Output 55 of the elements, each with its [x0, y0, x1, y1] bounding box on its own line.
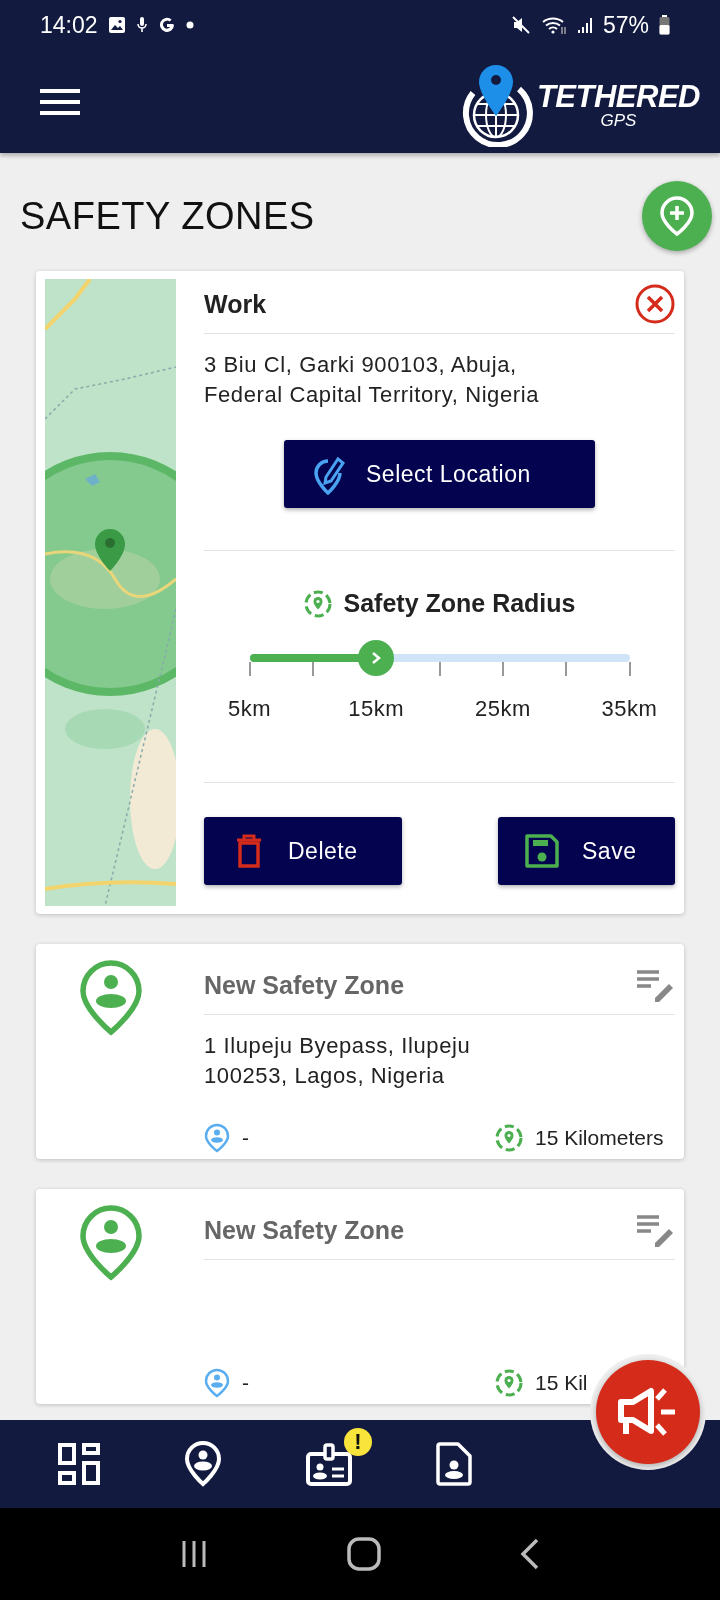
save-icon: [524, 833, 560, 869]
person-pin-icon: [79, 960, 142, 1036]
zone-name: New Safety Zone: [204, 1215, 405, 1245]
radius-icon: [303, 589, 332, 618]
id-card-icon[interactable]: [306, 1442, 352, 1486]
menu-icon[interactable]: [40, 88, 80, 115]
save-button[interactable]: Save: [498, 817, 675, 885]
signal-icon: [576, 16, 593, 34]
wifi-icon: [540, 15, 567, 35]
status-time: 14:02: [40, 11, 98, 39]
zone-card[interactable]: New Safety Zone - 15 Kil: [36, 1189, 684, 1404]
image-icon: [107, 16, 126, 34]
slider-thumb[interactable]: [358, 640, 395, 676]
person-document-icon[interactable]: [436, 1442, 472, 1486]
battery-icon: [659, 15, 670, 35]
radius-value: 15 Kilometers: [535, 1126, 664, 1150]
battery-percent: 57%: [602, 11, 649, 39]
tick-label: 15km: [348, 696, 405, 722]
radius-icon: [495, 1124, 523, 1152]
tick-label: 5km: [227, 696, 272, 722]
zone-address: 1 Ilupeju Byepass, Ilupeju 100253, Lagos, Nigeria: [204, 1032, 472, 1090]
person-pin-icon: [79, 1205, 142, 1281]
page-title: SAFETY ZONES: [20, 194, 315, 238]
edit-list-icon[interactable]: [635, 1213, 675, 1247]
zone-name: New Safety Zone: [204, 970, 405, 1000]
microphone-icon: [135, 16, 148, 34]
add-location-icon: [659, 196, 695, 236]
delete-button[interactable]: Delete: [204, 817, 402, 885]
mute-icon: [510, 15, 531, 35]
back-icon[interactable]: [519, 1538, 541, 1570]
person-pin-icon: [204, 1368, 230, 1398]
radius-icon: [495, 1369, 523, 1397]
dot-icon: [185, 21, 194, 29]
close-icon[interactable]: [635, 284, 675, 324]
tick-label: 35km: [601, 696, 658, 722]
radius-heading: Safety Zone Radius: [343, 589, 576, 618]
add-zone-button[interactable]: [642, 181, 712, 251]
zone-name: Work: [204, 289, 267, 319]
alert-badge: !: [344, 1428, 372, 1456]
person-value: -: [242, 1371, 250, 1395]
home-icon[interactable]: [347, 1537, 381, 1571]
person-pin-icon: [204, 1123, 230, 1153]
trash-icon: [236, 834, 262, 868]
edit-list-icon[interactable]: [635, 968, 675, 1002]
logo-title: TETHERED: [536, 80, 700, 112]
tick-label: 25km: [474, 696, 531, 722]
person-value: -: [242, 1126, 250, 1150]
google-icon: [157, 16, 176, 34]
select-location-button[interactable]: Select Location: [284, 440, 595, 508]
radius-value: 15 Kil: [535, 1371, 588, 1395]
person-pin-icon[interactable]: [184, 1441, 222, 1487]
logo-subtitle: GPS: [600, 111, 637, 129]
zone-address: 3 Biu Cl, Garki 900103, Abuja, Federal Capital Territory, Nigeria: [204, 351, 541, 409]
zone-card[interactable]: New Safety Zone 1 Ilupeju Byepass, Ilupeju 100253, Lagos, Nigeria - 15 Kilometers: [36, 944, 684, 1159]
dashboard-icon[interactable]: [58, 1443, 100, 1485]
